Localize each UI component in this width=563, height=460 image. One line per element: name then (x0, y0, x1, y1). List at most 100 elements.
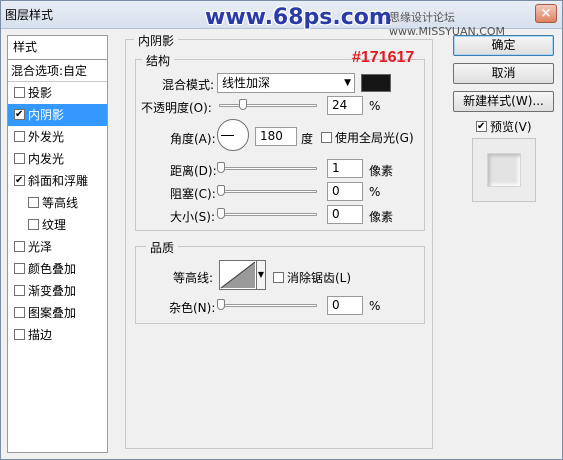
distance-input[interactable]: 1 (327, 159, 363, 178)
blend-mode-value: 线性加深 (222, 76, 271, 90)
anti-alias-check-icon[interactable] (273, 272, 284, 283)
shadow-color-swatch[interactable] (361, 74, 391, 92)
style-checkbox-icon[interactable] (14, 153, 25, 164)
contour-dropdown-icon[interactable]: ▼ (257, 260, 266, 290)
global-light-label: 使用全局光(G) (335, 131, 414, 145)
contour-linear-icon (220, 261, 256, 289)
sidebar-item-label: 描边 (28, 328, 53, 342)
distance-slider-track[interactable] (219, 167, 317, 170)
sidebar-item-label: 投影 (28, 86, 53, 100)
blend-options-item[interactable]: 混合选项:自定 (8, 60, 107, 82)
global-light-checkbox[interactable]: 使用全局光(G) (321, 129, 414, 146)
style-checkbox-icon[interactable] (28, 219, 39, 230)
sidebar-item[interactable]: 内发光 (8, 148, 107, 170)
distance-unit: 像素 (369, 164, 394, 178)
preview-checkbox[interactable]: 预览(V) (476, 118, 532, 135)
noise-unit: % (369, 299, 381, 313)
panel-title: 内阴影 (134, 32, 179, 49)
sidebar-item-label: 颜色叠加 (28, 262, 77, 276)
anti-alias-checkbox[interactable]: 消除锯齿(L) (273, 269, 351, 286)
sidebar-item-label: 光泽 (28, 240, 53, 254)
title-bar[interactable]: 图层样式 www.68ps.com 思缘设计论坛 www.MISSYUAN.CO… (1, 1, 562, 38)
angle-unit: 度 (301, 132, 314, 146)
sidebar-item-label: 内发光 (28, 152, 65, 166)
angle-label: 角度(A): (170, 132, 216, 146)
sidebar-item-label: 纹理 (42, 218, 67, 232)
sidebar-item[interactable]: 渐变叠加 (8, 280, 107, 302)
choke-unit: % (369, 185, 381, 199)
sidebar-item[interactable]: 图案叠加 (8, 302, 107, 324)
color-hex-annotation: #171617 (352, 49, 415, 66)
layer-style-dialog: 图层样式 www.68ps.com 思缘设计论坛 www.MISSYUAN.CO… (0, 0, 563, 460)
style-checkbox-icon[interactable] (14, 263, 25, 274)
angle-input[interactable]: 180 (255, 127, 297, 146)
style-checkbox-icon[interactable] (14, 109, 25, 120)
new-style-button[interactable]: 新建样式(W)... (453, 91, 554, 112)
styles-header[interactable]: 样式 (8, 36, 107, 60)
structure-title: 结构 (142, 52, 175, 69)
noise-input[interactable]: 0 (327, 296, 363, 315)
noise-label: 杂色(N): (169, 301, 216, 315)
cancel-button[interactable]: 取消 (453, 63, 554, 84)
sidebar-item[interactable]: 光泽 (8, 236, 107, 258)
sidebar-item[interactable]: 纹理 (8, 214, 107, 236)
sidebar-item[interactable]: 颜色叠加 (8, 258, 107, 280)
choke-slider-track[interactable] (219, 190, 317, 193)
sidebar-item-label: 斜面和浮雕 (28, 174, 89, 188)
contour-label: 等高线: (173, 271, 214, 285)
sidebar-item[interactable]: 外发光 (8, 126, 107, 148)
style-checkbox-icon[interactable] (28, 197, 39, 208)
global-light-check-icon[interactable] (321, 132, 332, 143)
preview-check-icon[interactable] (476, 121, 487, 132)
size-input[interactable]: 0 (327, 205, 363, 224)
blend-mode-select[interactable]: 线性加深 ▼ (217, 73, 355, 93)
style-checkbox-icon[interactable] (14, 285, 25, 296)
watermark: www.68ps.com (205, 5, 392, 30)
preview-label: 预览(V) (490, 120, 532, 134)
opacity-slider-thumb[interactable] (238, 99, 247, 110)
sidebar-item[interactable]: 投影 (8, 82, 107, 104)
sidebar-item-label: 外发光 (28, 130, 65, 144)
opacity-unit: % (369, 99, 381, 113)
blend-mode-label: 混合模式: (162, 78, 215, 92)
window-title: 图层样式 (5, 8, 54, 22)
contour-picker[interactable] (219, 260, 257, 290)
distance-label: 距离(D): (170, 164, 217, 178)
style-checkbox-icon[interactable] (14, 329, 25, 340)
sidebar-item[interactable]: 斜面和浮雕 (8, 170, 107, 192)
angle-needle (221, 135, 234, 136)
opacity-input[interactable]: 24 (327, 96, 363, 115)
style-checkbox-icon[interactable] (14, 175, 25, 186)
sidebar-item-label: 内阴影 (28, 108, 65, 122)
close-button[interactable]: × (535, 4, 557, 23)
sidebar-item[interactable]: 等高线 (8, 192, 107, 214)
sidebar-item-label: 图案叠加 (28, 306, 77, 320)
anti-alias-label: 消除锯齿(L) (287, 271, 352, 285)
style-list: 投影内阴影外发光内发光斜面和浮雕等高线纹理光泽颜色叠加渐变叠加图案叠加描边 (8, 82, 107, 346)
sidebar-item[interactable]: 描边 (8, 324, 107, 346)
style-checkbox-icon[interactable] (14, 87, 25, 98)
style-checkbox-icon[interactable] (14, 131, 25, 142)
size-slider-thumb[interactable] (217, 208, 225, 219)
styles-sidebar: 样式 混合选项:自定 投影内阴影外发光内发光斜面和浮雕等高线纹理光泽颜色叠加渐变… (7, 35, 108, 453)
dropdown-arrow-icon: ▼ (344, 78, 351, 88)
quality-title: 品质 (146, 239, 179, 256)
choke-input[interactable]: 0 (327, 182, 363, 201)
angle-dial[interactable] (217, 119, 249, 151)
choke-slider-thumb[interactable] (217, 185, 225, 196)
style-checkbox-icon[interactable] (14, 241, 25, 252)
noise-slider-track[interactable] (219, 304, 317, 307)
ok-button[interactable]: 确定 (453, 35, 554, 56)
choke-label: 阻塞(C): (170, 187, 216, 201)
size-slider-track[interactable] (219, 213, 317, 216)
style-preview-thumbnail (472, 138, 536, 202)
sidebar-item[interactable]: 内阴影 (8, 104, 107, 126)
size-unit: 像素 (369, 210, 394, 224)
opacity-slider-track[interactable] (219, 104, 317, 107)
style-checkbox-icon[interactable] (14, 307, 25, 318)
sidebar-item-label: 渐变叠加 (28, 284, 77, 298)
distance-slider-thumb[interactable] (217, 162, 225, 173)
size-label: 大小(S): (170, 210, 216, 224)
noise-slider-thumb[interactable] (217, 299, 225, 310)
preview-shape (488, 154, 520, 186)
